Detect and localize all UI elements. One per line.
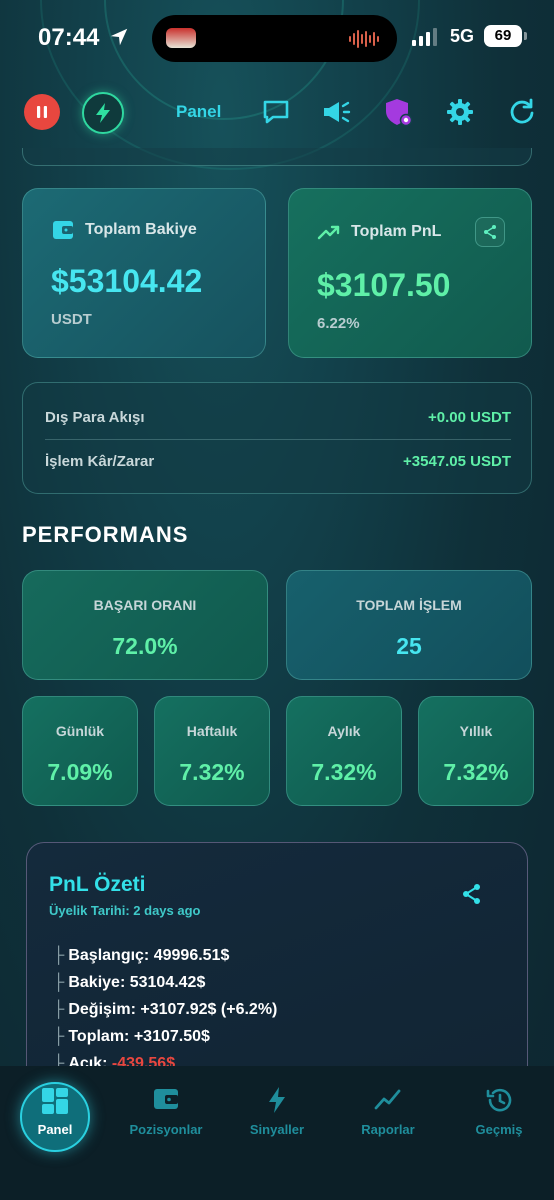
location-arrow-icon — [110, 28, 128, 46]
chart-line-icon — [333, 1086, 443, 1114]
success-rate-label: BAŞARI ORANI — [93, 597, 197, 613]
dynamic-island — [152, 15, 397, 62]
share-icon — [484, 225, 496, 239]
security-button[interactable] — [382, 96, 414, 128]
bolt-button[interactable] — [82, 92, 124, 134]
nav-label: Panel — [37, 1122, 73, 1137]
total-pnl-label: Toplam PnL — [351, 223, 442, 240]
total-trades-label: TOPLAM İŞLEM — [356, 597, 462, 613]
nav-item-panel[interactable]: Panel — [0, 1066, 110, 1166]
trade-pnl-value: +3547.05 USDT — [403, 452, 511, 470]
period-card-yearly: Yıllık 7.32% — [418, 696, 534, 806]
bolt-icon — [222, 1086, 332, 1114]
battery-icon: 69 — [484, 25, 527, 47]
status-time: 07:44 — [38, 24, 100, 51]
nav-label: Pozisyonlar — [129, 1122, 203, 1137]
total-balance-card: Toplam Bakiye $53104.42 USDT — [22, 188, 266, 358]
period-card-daily: Günlük 7.09% — [22, 696, 138, 806]
top-bar: Panel — [0, 80, 554, 144]
summary-line-open: ├ Açık: -439.56$ — [53, 1055, 176, 1066]
period-label: Yıllık — [459, 723, 493, 739]
nav-label: Geçmiş — [475, 1122, 523, 1137]
period-label: Haftalık — [186, 723, 238, 739]
total-balance-value: $53104.42 — [51, 263, 203, 299]
shield-icon — [386, 99, 413, 127]
balance-unit: USDT — [51, 311, 92, 328]
cellular-signal-icon — [412, 28, 437, 46]
share-icon — [463, 884, 480, 904]
dashboard-content[interactable]: Toplam Bakiye $53104.42 USDT Toplam PnL … — [0, 148, 554, 1066]
period-label: Günlük — [55, 723, 105, 739]
history-icon — [444, 1086, 554, 1114]
nav-label: Raporlar — [361, 1122, 415, 1137]
trade-pnl-row: İşlem Kâr/Zarar +3547.05 USDT — [45, 439, 511, 483]
external-flow-row: Dış Para Akışı +0.00 USDT — [45, 395, 511, 439]
announcements-button[interactable] — [320, 96, 352, 128]
nav-item-signals[interactable]: Sinyaller — [222, 1066, 332, 1166]
total-trades-card: TOPLAM İŞLEM 25 — [286, 570, 532, 680]
chat-button[interactable] — [260, 96, 292, 128]
trending-up-icon — [317, 225, 340, 240]
total-pnl-card: Toplam PnL $3107.50 6.22% — [288, 188, 532, 358]
megaphone-icon — [324, 101, 351, 123]
total-trades-value: 25 — [396, 633, 422, 659]
status-bar: 07:44 5G 69 — [0, 0, 554, 76]
refresh-button[interactable] — [506, 96, 538, 128]
bottom-navigation: Panel Pozisyonlar Sinyaller Raporlar Geç… — [0, 1066, 554, 1200]
nav-item-reports[interactable]: Raporlar — [333, 1066, 443, 1166]
chat-icon — [263, 100, 289, 124]
period-value: 7.09% — [47, 759, 113, 785]
pnl-share-button[interactable] — [475, 217, 505, 247]
wallet-icon — [53, 221, 73, 239]
summary-line-total: ├ Toplam: +3107.50$ — [53, 1028, 210, 1045]
refresh-icon — [510, 98, 534, 124]
pnl-percent: 6.22% — [317, 315, 360, 332]
summary-line-balance: ├ Bakiye: 53104.42$ — [53, 974, 206, 991]
external-flow-label: Dış Para Akışı — [45, 408, 145, 426]
membership-date: Üyelik Tarihi: 2 days ago — [49, 903, 201, 918]
period-value: 7.32% — [443, 759, 509, 785]
gear-icon — [447, 99, 473, 125]
trade-pnl-label: İşlem Kâr/Zarar — [45, 452, 155, 470]
period-card-monthly: Aylık 7.32% — [286, 696, 402, 806]
external-flow-value: +0.00 USDT — [428, 408, 511, 426]
bolt-icon — [96, 103, 110, 123]
pause-button[interactable] — [24, 94, 60, 130]
network-type: 5G — [450, 26, 475, 46]
pnl-summary-card: PnL Özeti Üyelik Tarihi: 2 days ago ├ Baş… — [26, 842, 528, 1066]
dashboard-icon — [0, 1086, 110, 1114]
period-card-weekly: Haftalık 7.32% — [154, 696, 270, 806]
settings-button[interactable] — [444, 96, 476, 128]
period-label: Aylık — [327, 723, 361, 739]
performance-title: PERFORMANS — [22, 522, 189, 547]
total-pnl-value: $3107.50 — [317, 267, 451, 303]
pause-icon — [37, 106, 47, 118]
summary-line-start: ├ Başlangıç: 49996.51$ — [53, 947, 230, 964]
nav-label: Sinyaller — [249, 1122, 305, 1137]
success-rate-value: 72.0% — [112, 633, 178, 659]
home-indicator-area — [0, 1166, 554, 1200]
summary-line-change: ├ Değişim: +3107.92$ (+6.2%) — [53, 1001, 278, 1018]
nav-item-history[interactable]: Geçmiş — [444, 1066, 554, 1166]
app-thumbnail-icon — [166, 28, 196, 48]
nav-item-positions[interactable]: Pozisyonlar — [111, 1066, 221, 1166]
period-value: 7.32% — [311, 759, 377, 785]
cash-flow-card: Dış Para Akışı +0.00 USDT İşlem Kâr/Zara… — [22, 382, 532, 494]
total-balance-label: Toplam Bakiye — [85, 221, 197, 238]
period-value: 7.32% — [179, 759, 245, 785]
panel-link[interactable]: Panel — [176, 102, 221, 122]
audio-wave-icon — [349, 29, 379, 49]
previous-card-edge — [22, 148, 532, 166]
wallet-icon — [111, 1086, 221, 1114]
summary-share-button[interactable] — [461, 883, 483, 910]
pnl-summary-title: PnL Özeti — [49, 873, 146, 896]
success-rate-card: BAŞARI ORANI 72.0% — [22, 570, 268, 680]
